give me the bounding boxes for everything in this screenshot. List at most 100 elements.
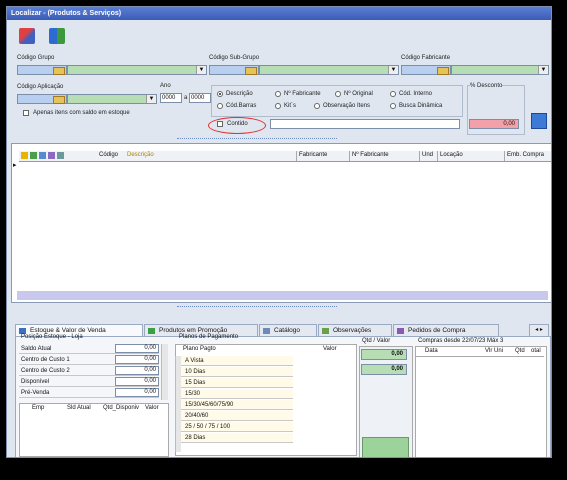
plano-row[interactable]: 15/30/45/60/75/90	[181, 400, 293, 410]
codigo-grupo-label: Código Grupo	[17, 55, 55, 61]
posicao-row: Disponível 0,00	[19, 377, 159, 387]
folder-icon[interactable]	[245, 67, 257, 75]
chevron-down-icon[interactable]: ▼	[196, 66, 206, 74]
col-plano-valor: Valor	[323, 346, 337, 352]
radio-kits-label: Kit´s	[284, 103, 296, 109]
ano-from-input[interactable]: 0000	[160, 93, 182, 103]
col-qtd-disponiv: Qtd_Disponiv	[103, 405, 140, 411]
radio-busca-dinamica[interactable]	[390, 103, 396, 109]
results-grid-header: Código Descrição Fabricante Nº Fabricant…	[19, 151, 551, 162]
radio-cod-barras-label: Cód.Barras	[226, 103, 257, 109]
col-valor: Valor	[145, 405, 159, 411]
codigo-aplicacao-label: Código Aplicação	[17, 84, 64, 90]
col-n-fabricante[interactable]: Nº Fabricante	[352, 152, 389, 158]
window-title: Localizar - (Produtos & Serviços)	[7, 7, 551, 20]
codigo-grupo-input[interactable]	[17, 65, 67, 75]
sub-grupo-description-select[interactable]: ▼	[259, 65, 399, 75]
col-descricao[interactable]: Descrição	[127, 152, 154, 158]
desconto-input[interactable]: 0,00	[469, 119, 519, 129]
folder-icon[interactable]	[53, 96, 65, 104]
splitter-top[interactable]	[177, 138, 337, 142]
radio-n-original[interactable]	[335, 91, 341, 97]
qtd-value-1[interactable]: 0,00	[361, 349, 407, 360]
results-grid[interactable]	[11, 143, 551, 303]
catalog-icon	[263, 328, 270, 334]
qtd-value-2[interactable]: 0,00	[361, 364, 407, 375]
localizar-window: Localizar - (Produtos & Serviços) Código…	[6, 6, 552, 458]
warning-icon	[21, 152, 28, 159]
radio-descricao[interactable]	[217, 91, 223, 97]
tab-observacoes[interactable]: Observações	[318, 324, 392, 336]
plano-row[interactable]: 15 Dias	[181, 378, 293, 388]
col-plano-pagto: Plano Pagto	[183, 346, 216, 352]
posicao-scrollbar[interactable]	[161, 344, 168, 400]
notes-icon	[322, 328, 329, 334]
plano-row[interactable]: 15/30	[181, 389, 293, 399]
col-locacao[interactable]: Locação	[440, 152, 463, 158]
promo-icon	[148, 328, 155, 334]
contido-checkbox[interactable]	[217, 121, 223, 127]
posicao-row: Pré-Venda 0,00	[19, 388, 159, 398]
grid-footer	[17, 291, 548, 300]
tab-catalogo[interactable]: Catálogo	[259, 324, 317, 336]
codigo-fabricante-label: Código Fabricante	[401, 55, 451, 61]
col-total: otal	[531, 348, 541, 354]
radio-descricao-label: Descrição	[226, 91, 253, 97]
desconto-label: % Desconto	[470, 83, 503, 89]
radio-n-original-label: Nº Original	[344, 91, 373, 97]
col-data: Data	[425, 348, 438, 354]
radio-observacao-itens-label: Observação Itens	[323, 103, 371, 109]
aplicacao-description-select[interactable]: ▼	[67, 94, 157, 104]
codigo-fabricante-input[interactable]	[401, 65, 451, 75]
ano-to-input[interactable]: 0000	[189, 93, 211, 103]
row-indicator: ▸	[13, 162, 17, 169]
radio-kits[interactable]	[275, 103, 281, 109]
plano-row[interactable]: 25 / 50 / 75 / 100	[181, 422, 293, 432]
codigo-sub-grupo-input[interactable]	[209, 65, 259, 75]
splitter-bottom[interactable]	[177, 306, 337, 310]
radio-cod-interno-label: Cód. Interno	[399, 91, 433, 97]
planos-scrollbar[interactable]	[175, 356, 181, 452]
codigo-aplicacao-input[interactable]	[17, 94, 67, 104]
col-fabricante[interactable]: Fabricante	[299, 152, 327, 158]
plano-row[interactable]: 28 Dias	[181, 433, 293, 443]
grupo-description-select[interactable]: ▼	[67, 65, 207, 75]
exit-door-icon[interactable]	[49, 28, 65, 44]
radio-n-fabricante[interactable]	[275, 91, 281, 97]
chevron-down-icon[interactable]: ▼	[388, 66, 398, 74]
search-text-input[interactable]	[270, 119, 460, 129]
col-qtd: Qtd	[515, 348, 525, 354]
col-vlr-uni: Vlr Uni	[485, 348, 504, 354]
radio-observacao-itens[interactable]	[314, 103, 320, 109]
codigo-sub-grupo-label: Código Sub-Grupo	[209, 55, 260, 61]
ano-separator: a	[184, 95, 188, 101]
apenas-saldo-checkbox[interactable]	[23, 110, 29, 116]
fabricante-description-select[interactable]: ▼	[451, 65, 549, 75]
plano-row[interactable]: 10 Dias	[181, 367, 293, 377]
col-und[interactable]: Und	[422, 152, 433, 158]
col-emb-compra[interactable]: Emb. Compra	[507, 152, 544, 158]
col-emp: Emp	[32, 405, 45, 411]
estoque-empresas-grid[interactable]	[19, 403, 169, 457]
radio-cod-barras[interactable]	[217, 103, 223, 109]
col-codigo[interactable]: Código	[99, 152, 118, 158]
catalog-icon	[39, 152, 46, 159]
posicao-title: Posição Estoque - Loja	[21, 334, 83, 340]
plano-row[interactable]: 20/40/60	[181, 411, 293, 421]
order-icon	[57, 152, 64, 159]
apenas-saldo-label: Apenas itens com saldo em estoque	[33, 110, 130, 116]
plano-row[interactable]: A Vista	[181, 356, 293, 366]
folder-icon[interactable]	[53, 67, 65, 75]
confirm-search-icon[interactable]	[531, 113, 547, 129]
qtd-valor-title: Qtd / Valor	[362, 338, 391, 344]
posicao-row: Saldo Atual 0,00	[19, 344, 159, 354]
chevron-down-icon[interactable]: ▼	[146, 95, 156, 103]
qtd-confirm-button[interactable]	[362, 437, 409, 457]
tab-pedidos-compra[interactable]: Pedidos de Compra	[393, 324, 499, 336]
compras-title: Compras desde 22/07/23 Máx 3	[418, 338, 504, 344]
chevron-down-icon[interactable]: ▼	[538, 66, 548, 74]
radio-cod-interno[interactable]	[390, 91, 396, 97]
compras-grid[interactable]	[415, 346, 547, 457]
folder-icon[interactable]	[437, 67, 449, 75]
search-products-icon[interactable]	[19, 28, 35, 44]
